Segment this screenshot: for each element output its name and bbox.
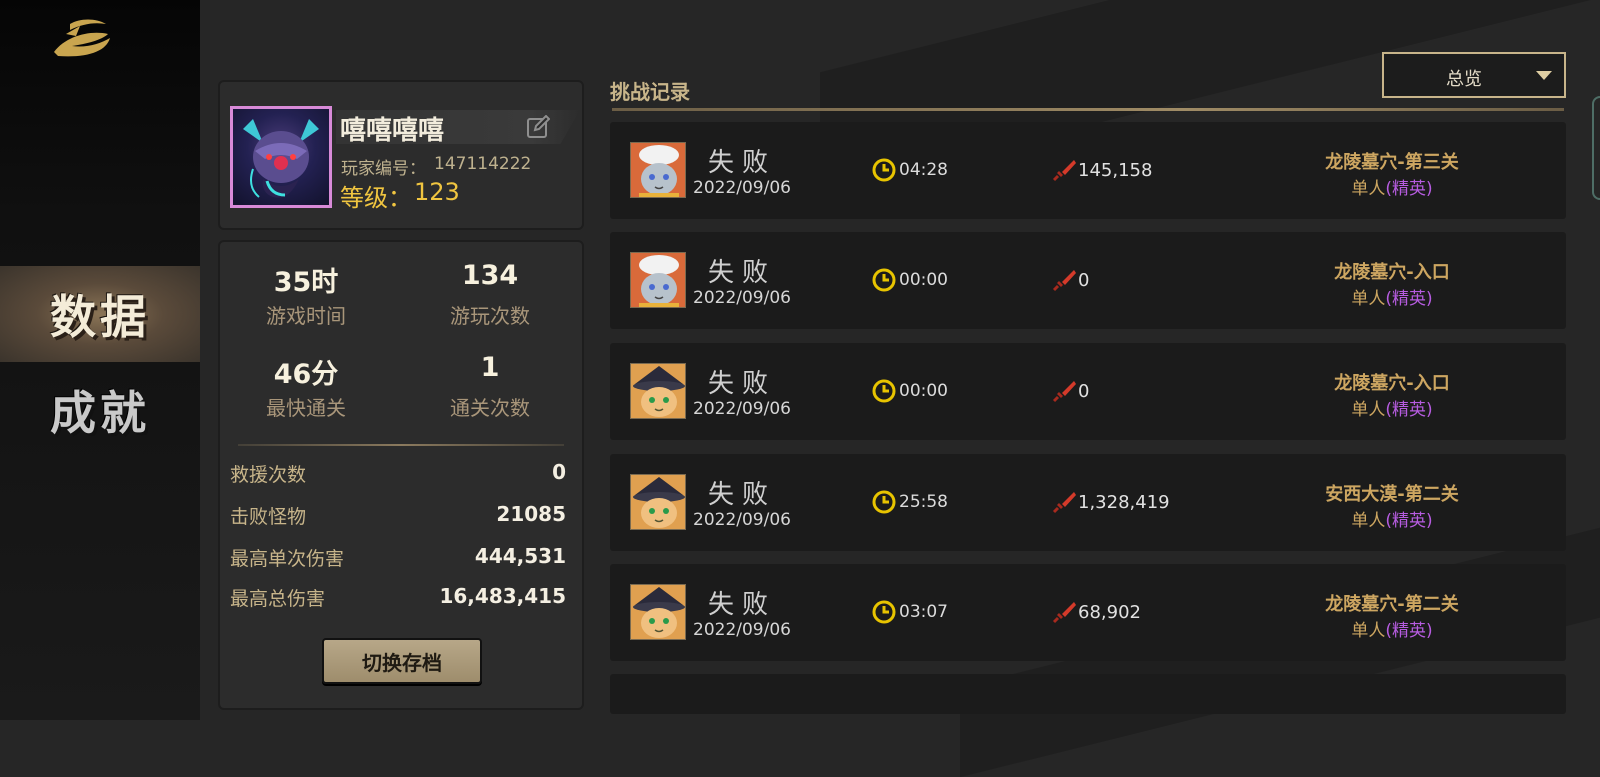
record-damage: 1,328,419 [1078,492,1170,513]
clock-icon [872,490,896,514]
stats-divider [238,444,564,446]
record-row[interactable]: 失败 2022/09/06 25:58 1,328,419 安西大漠-第二关 单… [610,454,1566,551]
switch-save-button[interactable]: 切换存档 [322,638,482,684]
record-stage: 安西大漠-第二关 [1325,484,1459,505]
play-time-value: 35时 [273,267,339,298]
record-difficulty: (精英) [1385,621,1433,641]
max-total-damage-value: 16,483,415 [439,584,566,608]
player-id-value: 147114222 [434,154,532,174]
record-result: 失败 [708,258,777,288]
edit-icon[interactable] [526,115,550,139]
player-name: 嘻嘻嘻嘻 [340,116,445,146]
player-avatar[interactable] [230,106,332,208]
records-filter-dropdown[interactable]: 总览 [1382,52,1566,98]
nav-tab-data[interactable]: 数据 [0,266,200,362]
clear-count-label: 通关次数 [450,396,530,420]
chef-cat-icon [630,252,686,308]
record-result: 失败 [708,148,777,178]
record-date: 2022/09/06 [693,399,791,419]
clock-icon [872,158,896,182]
fastest-clear-value: 46分 [273,359,339,390]
max-total-damage-label: 最高总伤害 [230,588,326,610]
record-difficulty: (精英) [1385,289,1433,309]
record-mode-label: 单人 [1351,511,1386,531]
stats-card: 35时 游戏时间 134 游玩次数 46分 最快通关 1 通关次数 救援次数 0… [218,240,584,710]
sword-icon [1052,381,1076,403]
profile-card: 嘻嘻嘻嘻 玩家编号： 147114222 等级： 123 [218,80,584,230]
record-duration: 25:58 [899,492,948,512]
record-mode: 单人(精英) [1292,284,1492,309]
records-filter-selected: 总览 [1446,69,1482,90]
clear-count-value: 1 [480,352,500,383]
record-mode-label: 单人 [1351,179,1386,199]
record-result: 失败 [708,590,777,620]
record-stage: 龙陵墓穴-第二关 [1325,594,1459,615]
max-single-damage-label: 最高单次伤害 [230,548,345,570]
max-single-damage-value: 444,531 [474,544,566,568]
record-duration: 00:00 [899,270,948,290]
record-stage: 龙陵墓穴-第三关 [1325,152,1459,173]
edge-bracket [1592,96,1600,200]
record-damage: 68,902 [1078,602,1141,623]
record-mode: 单人(精英) [1292,395,1492,420]
play-count-value: 134 [461,260,519,291]
fastest-clear-label: 最快通关 [266,396,346,420]
records-underline [612,108,1564,111]
left-navigation: 数据 成就 [0,0,200,720]
player-id-label: 玩家编号： [341,159,426,179]
record-date: 2022/09/06 [693,178,791,198]
nav-tab-achievements[interactable]: 成就 [0,362,200,458]
sword-icon [1052,492,1076,514]
record-damage: 0 [1078,381,1090,402]
record-row[interactable]: 失败 2022/09/06 00:00 0 龙陵墓穴-入口 单人(精英) [610,343,1566,440]
witch-cat-icon [630,474,686,530]
monsters-defeated-value: 21085 [496,502,566,526]
record-duration: 00:00 [899,381,948,401]
record-row[interactable]: 失败 2022/09/06 00:00 0 龙陵墓穴-入口 单人(精英) [610,232,1566,329]
record-date: 2022/09/06 [693,288,791,308]
record-duration: 03:07 [899,602,948,622]
clock-icon [872,379,896,403]
records-title: 挑战记录 [610,80,690,104]
record-duration: 04:28 [899,160,948,180]
record-mode: 单人(精英) [1292,616,1492,641]
level-value: 123 [414,178,460,206]
clock-icon [872,600,896,624]
record-mode: 单人(精英) [1292,174,1492,199]
play-time-label: 游戏时间 [266,304,346,328]
record-mode: 单人(精英) [1292,506,1492,531]
record-difficulty: (精英) [1385,400,1433,420]
sword-icon [1052,160,1076,182]
record-row[interactable]: 失败 2022/09/06 04:28 145,158 龙陵墓穴-第三关 单人(… [610,122,1566,219]
rescue-count-value: 0 [552,460,566,484]
record-difficulty: (精英) [1385,511,1433,531]
record-stage: 龙陵墓穴-入口 [1334,262,1450,283]
record-mode-label: 单人 [1351,621,1386,641]
record-row[interactable]: 失败 2022/09/06 03:07 68,902 龙陵墓穴-第二关 单人(精… [610,564,1566,661]
record-result: 失败 [708,369,777,399]
sword-icon [1052,602,1076,624]
sword-icon [1052,270,1076,292]
witch-cat-icon [630,584,686,640]
record-date: 2022/09/06 [693,620,791,640]
record-mode-label: 单人 [1351,400,1386,420]
monsters-defeated-label: 击败怪物 [230,506,307,528]
clock-icon [872,268,896,292]
record-row-partial[interactable] [610,674,1566,714]
game-logo-icon [54,19,110,57]
record-date: 2022/09/06 [693,510,791,530]
chef-cat-icon [630,142,686,198]
rescue-count-label: 救援次数 [230,464,307,486]
chevron-down-icon [1536,71,1552,80]
level-label: 等级： [340,184,412,212]
dragon-avatar-icon [243,119,319,198]
record-difficulty: (精英) [1385,179,1433,199]
record-damage: 0 [1078,270,1090,291]
record-mode-label: 单人 [1351,289,1386,309]
play-count-label: 游玩次数 [450,304,530,328]
witch-cat-icon [630,363,686,419]
record-damage: 145,158 [1078,160,1153,181]
record-result: 失败 [708,480,777,510]
record-stage: 龙陵墓穴-入口 [1334,373,1450,394]
